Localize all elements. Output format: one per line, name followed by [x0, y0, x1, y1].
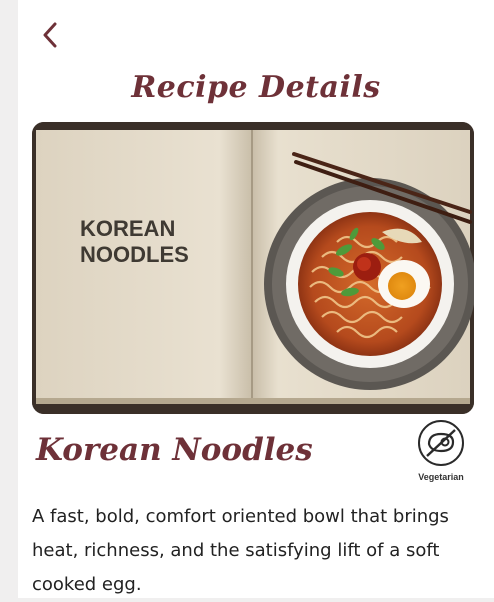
diet-label: Vegetarian — [418, 472, 464, 482]
recipe-details-screen: Recipe Details KOREAN NOODLES Korean Noo… — [18, 0, 494, 598]
recipe-hero-image: KOREAN NOODLES — [32, 122, 474, 414]
page-title: Recipe Details — [131, 70, 381, 105]
recipe-description: A fast, bold, comfort oriented bowl that… — [32, 506, 449, 595]
back-button[interactable] — [36, 18, 64, 52]
recipe-name: Korean Noodles — [36, 432, 313, 468]
chevron-left-icon — [43, 22, 57, 48]
diet-badge: Vegetarian — [410, 418, 472, 482]
book-text-line1: KOREAN — [80, 216, 175, 241]
book-text-line2: NOODLES — [80, 242, 189, 267]
no-meat-icon — [418, 420, 464, 466]
